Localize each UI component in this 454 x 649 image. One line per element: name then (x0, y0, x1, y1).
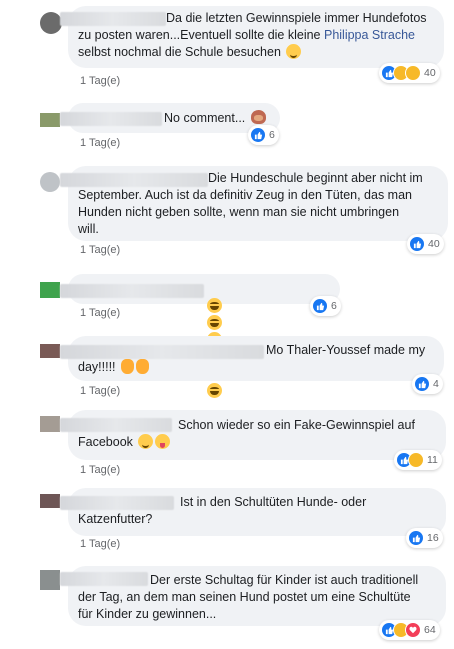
love-icon (405, 622, 421, 638)
reaction-count: 6 (331, 300, 337, 312)
avatar[interactable] (40, 494, 60, 508)
author-name-redacted[interactable] (60, 112, 162, 126)
haha-icon (408, 452, 424, 468)
wow-icon (405, 65, 421, 81)
comment-item: Schon wieder so ein Fake-Gewinnspiel auf… (0, 402, 454, 486)
see-no-evil-monkey-icon (250, 110, 266, 124)
reaction-summary[interactable]: 40 (407, 234, 444, 254)
reaction-summary[interactable]: 16 (406, 528, 443, 548)
avatar[interactable] (40, 344, 60, 358)
timestamp[interactable]: 1 Tag(e) (80, 385, 120, 397)
comment-item: Der erste Schultag für Kinder ist auch t… (0, 564, 454, 649)
like-icon (414, 376, 430, 392)
author-name-redacted[interactable] (60, 284, 204, 298)
avatar[interactable] (40, 172, 60, 192)
comment-text: Da die letzten Gewinnspiele immer Hundef… (78, 10, 440, 61)
comment-text: Der erste Schultag für Kinder ist auch t… (78, 573, 419, 621)
comment-item: 6 1 Tag(e) (0, 270, 454, 398)
laughing-tears-icon (207, 315, 222, 330)
reaction-count: 16 (427, 532, 439, 544)
comment-text-part: selbst nochmal die Schule besuchen (78, 45, 281, 59)
comment-text-part: Schon wieder so ein Fake-Gewinnspiel auf… (78, 418, 415, 449)
like-icon (409, 236, 425, 252)
comment-item: Ist in den Schultüten Hunde- oder Katzen… (0, 486, 454, 564)
reaction-summary[interactable]: 6 (248, 125, 279, 145)
avatar[interactable] (40, 570, 60, 590)
reaction-count: 64 (424, 624, 436, 636)
reaction-count: 40 (424, 67, 436, 79)
timestamp[interactable]: 1 Tag(e) (80, 244, 120, 256)
comment-item: Mo Thaler-Youssef made my day!!!!! 4 1 T… (0, 330, 454, 402)
avatar[interactable] (40, 416, 60, 432)
timestamp[interactable]: 1 Tag(e) (80, 538, 120, 550)
comment-text: Mo Thaler-Youssef made my day!!!!! (78, 342, 440, 376)
comment-item: Die Hundeschule beginnt aber nicht im Se… (0, 160, 454, 270)
comment-text: Schon wieder so ein Fake-Gewinnspiel auf… (78, 417, 442, 451)
avatar[interactable] (40, 282, 60, 298)
laughing-tears-icon (207, 298, 222, 313)
clapping-hands-icon (136, 359, 150, 374)
reaction-summary[interactable]: 4 (412, 374, 443, 394)
reaction-count: 4 (433, 378, 439, 390)
winking-face-icon (138, 434, 154, 449)
comment-item: Da die letzten Gewinnspiele immer Hundef… (0, 0, 454, 95)
reaction-summary[interactable]: 64 (379, 620, 440, 640)
reaction-summary[interactable]: 6 (310, 296, 341, 316)
like-icon (312, 298, 328, 314)
reaction-summary[interactable]: 40 (379, 63, 440, 83)
mention-link[interactable]: Philippa Strache (324, 28, 415, 42)
timestamp[interactable]: 1 Tag(e) (80, 464, 120, 476)
clapping-hands-icon (121, 359, 135, 374)
winking-face-icon (286, 44, 302, 59)
avatar[interactable] (40, 12, 62, 34)
reaction-count: 40 (428, 238, 440, 250)
reaction-count: 6 (269, 129, 275, 141)
timestamp[interactable]: 1 Tag(e) (80, 75, 120, 87)
reaction-count: 11 (427, 454, 438, 466)
comment-text: Ist in den Schultüten Hunde- oder Katzen… (78, 495, 367, 526)
avatar[interactable] (40, 113, 60, 127)
comment-item: No comment... 6 1 Tag(e) (0, 95, 454, 160)
comment-text: Die Hundeschule beginnt aber nicht im Se… (78, 171, 423, 236)
like-icon (408, 530, 424, 546)
comment-text-part: No comment... (164, 111, 246, 125)
reaction-summary[interactable]: 11 (394, 450, 442, 470)
like-icon (250, 127, 266, 143)
timestamp[interactable]: 1 Tag(e) (80, 307, 120, 319)
tongue-face-icon (155, 434, 171, 449)
comment-text: No comment... (164, 110, 266, 127)
timestamp[interactable]: 1 Tag(e) (80, 137, 120, 149)
